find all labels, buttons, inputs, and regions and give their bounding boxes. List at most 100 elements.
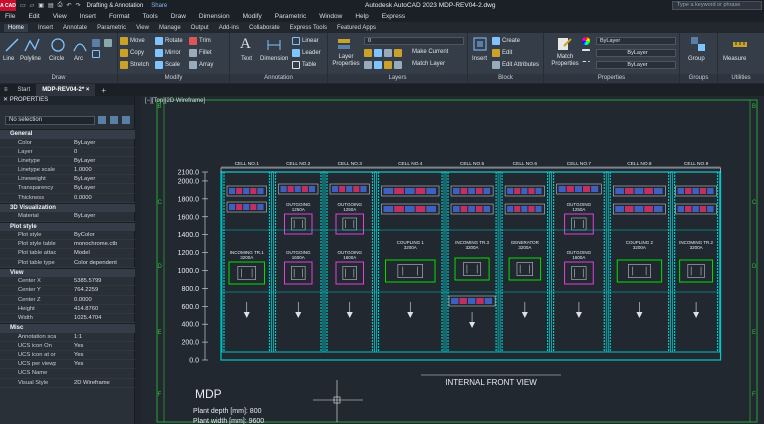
layers-panel-title[interactable]: Layers bbox=[328, 74, 467, 83]
color-dropdown[interactable]: ByLayer bbox=[596, 37, 676, 45]
new-tab-icon[interactable]: + bbox=[95, 86, 112, 95]
linetype-dropdown[interactable]: ByLayer bbox=[596, 61, 676, 69]
property-row[interactable]: UCS per viewportYes bbox=[0, 360, 135, 370]
menu-format[interactable]: Format bbox=[109, 13, 130, 20]
text-button[interactable]: Text bbox=[241, 56, 252, 62]
cad-canvas[interactable]: B B C C D D E E F F 2100.02000.0 1800.0 1600.0 1400.0… bbox=[141, 96, 764, 424]
property-row[interactable]: Plot style ByColor bbox=[0, 231, 135, 241]
menu-help[interactable]: Help bbox=[355, 13, 368, 20]
drawing-area[interactable]: [−][Top][2D Wireframe] B B C C D D E E F F 2100.0 2… bbox=[141, 96, 764, 424]
section-general[interactable]: General bbox=[0, 129, 135, 139]
property-value[interactable]: 0 bbox=[56, 148, 135, 156]
layer-lock-icon[interactable] bbox=[394, 49, 402, 57]
layer-freeze-icon[interactable] bbox=[384, 49, 392, 57]
annotation-panel-title[interactable]: Annotation bbox=[230, 74, 327, 83]
tab-collaborate[interactable]: Collaborate bbox=[249, 25, 280, 31]
dimension-icon[interactable] bbox=[266, 37, 282, 53]
group-icon[interactable] bbox=[690, 36, 706, 52]
layer-properties-button[interactable]: Layer Properties bbox=[331, 54, 361, 68]
lineweight-dropdown[interactable]: ByLayer bbox=[596, 49, 676, 57]
property-row[interactable]: Plot table type Color dependent bbox=[0, 259, 135, 268]
match-layer-button[interactable]: Match Layer bbox=[412, 61, 445, 67]
property-row[interactable]: Color ByLayer bbox=[0, 139, 135, 148]
open-file-icon[interactable]: ▱ bbox=[30, 2, 35, 9]
property-row[interactable]: Center Z 0.0000 bbox=[0, 296, 135, 305]
tab-express-tools[interactable]: Express Tools bbox=[290, 25, 327, 31]
text-icon[interactable]: A bbox=[240, 36, 256, 52]
modify-panel-title[interactable]: Modify bbox=[118, 74, 229, 83]
property-value[interactable]: ByLayer bbox=[56, 175, 135, 183]
insert-button[interactable]: Insert bbox=[472, 56, 487, 62]
properties-panel-title[interactable]: Properties bbox=[544, 74, 679, 83]
section-3d-visualization[interactable]: 3D Visualization bbox=[0, 202, 135, 213]
layer-isolate-icon[interactable] bbox=[374, 49, 382, 57]
section-view[interactable]: View bbox=[0, 267, 135, 278]
trim-button[interactable]: Trim bbox=[189, 37, 211, 45]
property-value[interactable]: Yes bbox=[56, 360, 135, 368]
polyline-icon[interactable] bbox=[24, 37, 40, 53]
palette-close-icon[interactable]: ✕ bbox=[3, 97, 8, 103]
property-row[interactable]: Plot table attache...Model bbox=[0, 249, 135, 259]
layer-properties-icon[interactable] bbox=[336, 36, 352, 52]
move-button[interactable]: Move bbox=[120, 37, 145, 45]
tab-mdp-rev04-2[interactable]: MDP-REV04-2* × bbox=[36, 84, 96, 96]
menu-window[interactable]: Window bbox=[319, 13, 342, 20]
property-row[interactable]: Lineweight ByLayer bbox=[0, 175, 135, 185]
menu-edit[interactable]: Edit bbox=[28, 13, 39, 20]
table-button[interactable]: Table bbox=[292, 61, 316, 69]
property-value[interactable]: Color dependent bbox=[56, 259, 135, 267]
new-file-icon[interactable]: ▭ bbox=[20, 2, 26, 9]
line-button[interactable]: Line bbox=[3, 56, 14, 62]
plot-icon[interactable]: ⎙ bbox=[58, 2, 63, 9]
rotate-button[interactable]: Rotate bbox=[155, 37, 183, 45]
property-row[interactable]: Center Y 764.2259 bbox=[0, 286, 135, 296]
property-row[interactable]: Linetype ByLayer bbox=[0, 157, 135, 167]
tab-parametric[interactable]: Parametric bbox=[97, 25, 126, 31]
tab-home[interactable]: Home bbox=[4, 23, 29, 32]
property-row[interactable]: Thickness 0.0000 bbox=[0, 194, 135, 203]
leader-button[interactable]: Leader bbox=[292, 49, 321, 57]
property-row[interactable]: Layer 0 bbox=[0, 148, 135, 157]
scale-button[interactable]: Scale bbox=[155, 61, 180, 69]
tab-output[interactable]: Output bbox=[191, 25, 209, 31]
menu-tools[interactable]: Tools bbox=[143, 13, 158, 20]
match-properties-icon[interactable] bbox=[556, 36, 572, 52]
tab-view[interactable]: View bbox=[136, 25, 149, 31]
block-panel-title[interactable]: Block bbox=[468, 74, 543, 83]
groups-panel-title[interactable]: Groups bbox=[680, 74, 717, 83]
property-row[interactable]: Center X 5385.5799 bbox=[0, 277, 135, 287]
tab-start[interactable]: Start bbox=[12, 84, 37, 96]
property-value[interactable]: monochrome.ctb bbox=[56, 240, 135, 248]
quick-select-icon[interactable] bbox=[122, 116, 130, 124]
layer-unlock-icon[interactable] bbox=[394, 61, 402, 69]
property-value[interactable]: 0.0000 bbox=[56, 194, 135, 202]
layer-off-icon[interactable] bbox=[364, 49, 372, 57]
property-value[interactable]: ByLayer bbox=[56, 157, 135, 165]
menu-file[interactable]: File bbox=[5, 13, 15, 20]
property-row[interactable]: Visual Style 2D Wireframe bbox=[0, 379, 135, 388]
property-value[interactable]: 2D Wireframe bbox=[56, 379, 135, 387]
property-value[interactable]: ByColor bbox=[56, 231, 135, 239]
insert-block-icon[interactable] bbox=[472, 36, 488, 52]
measure-button[interactable]: Measure bbox=[723, 56, 746, 62]
property-row[interactable]: UCS icon at originYes bbox=[0, 351, 135, 361]
copy-button[interactable]: Copy bbox=[120, 49, 144, 57]
tab-manage[interactable]: Manage bbox=[159, 25, 181, 31]
property-row[interactable]: Height 414.8760 bbox=[0, 305, 135, 314]
autocad-logo[interactable]: A CAD bbox=[0, 0, 16, 11]
group-button[interactable]: Group bbox=[688, 56, 705, 62]
edit-attributes-button[interactable]: Edit Attributes bbox=[492, 61, 539, 69]
make-current-button[interactable]: Make Current bbox=[412, 49, 448, 55]
search-input[interactable]: Type a keyword or phrase bbox=[672, 1, 762, 10]
property-value[interactable]: 0.0000 bbox=[56, 296, 135, 304]
toggle-pickadd-icon[interactable] bbox=[98, 116, 106, 124]
array-button[interactable]: Array bbox=[189, 61, 213, 69]
menu-draw[interactable]: Draw bbox=[171, 13, 186, 20]
linear-button[interactable]: Linear bbox=[292, 37, 319, 45]
circle-icon[interactable] bbox=[50, 37, 66, 53]
redo-icon[interactable]: ↷ bbox=[75, 2, 80, 9]
section-plot-style[interactable]: Plot style bbox=[0, 221, 135, 231]
menu-modify[interactable]: Modify bbox=[243, 13, 262, 20]
save-icon[interactable]: ▣ bbox=[38, 2, 44, 9]
property-value[interactable]: 1:1 bbox=[56, 333, 135, 341]
